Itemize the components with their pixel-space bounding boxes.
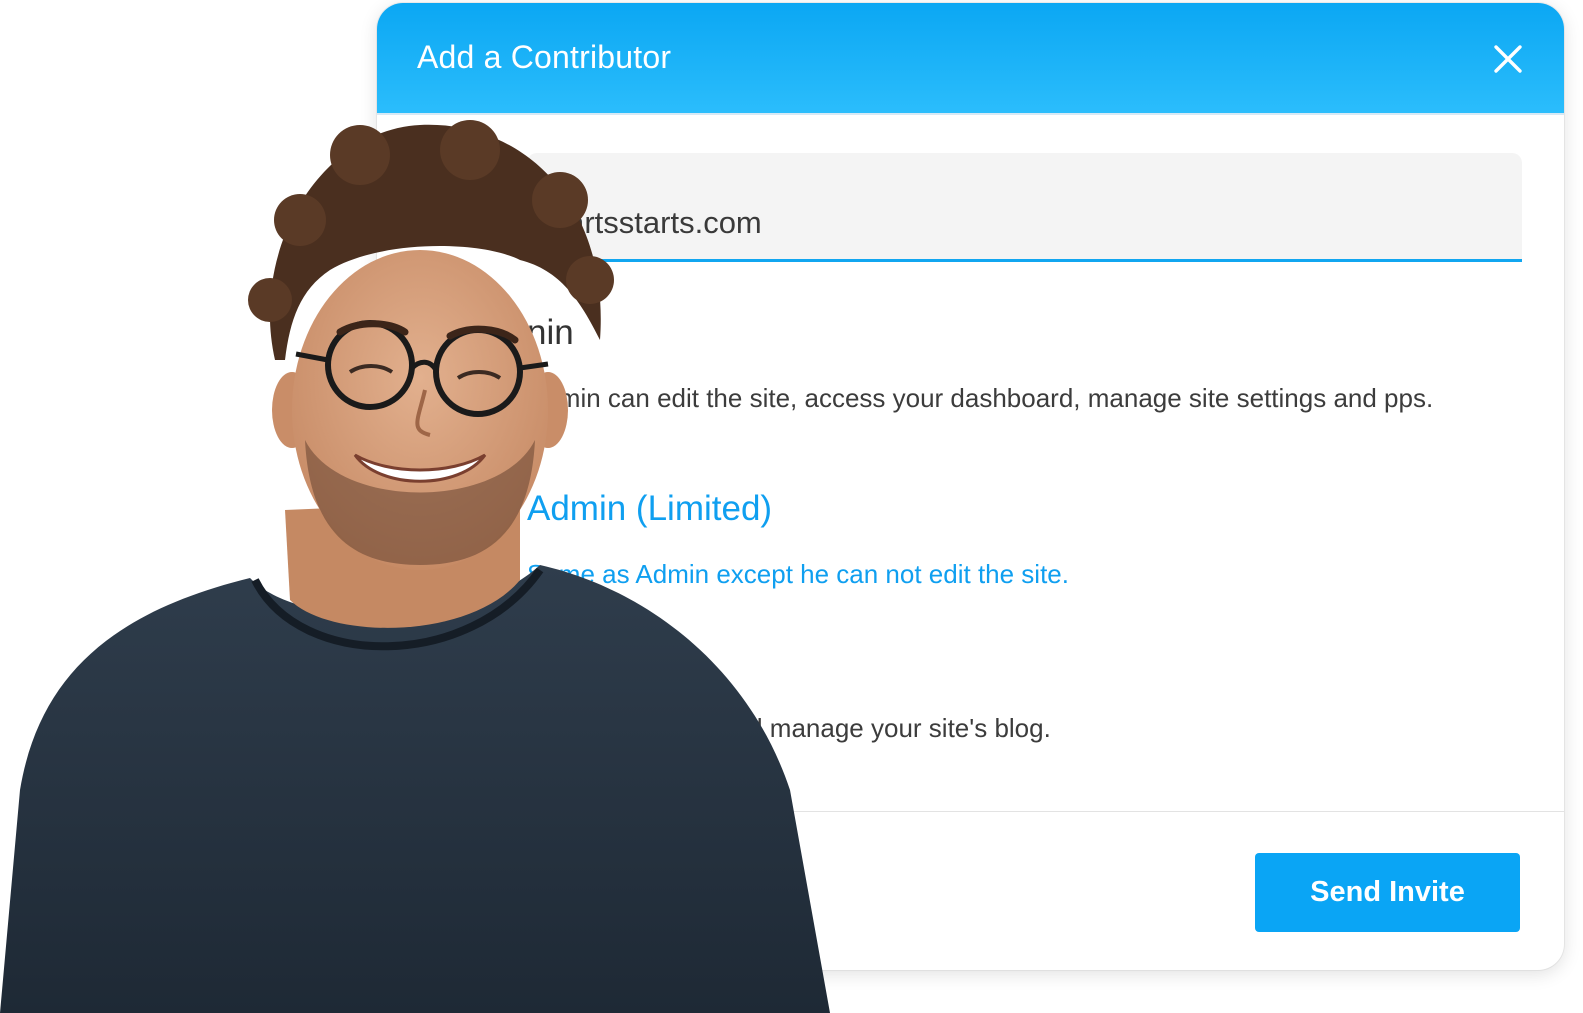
close-icon[interactable] [1488,39,1528,79]
dialog-title: Add a Contributor [417,39,672,75]
dialog-header: Add a Contributor [377,3,1564,115]
send-invite-button[interactable]: Send Invite [1255,853,1520,932]
person-photo [0,120,830,1013]
